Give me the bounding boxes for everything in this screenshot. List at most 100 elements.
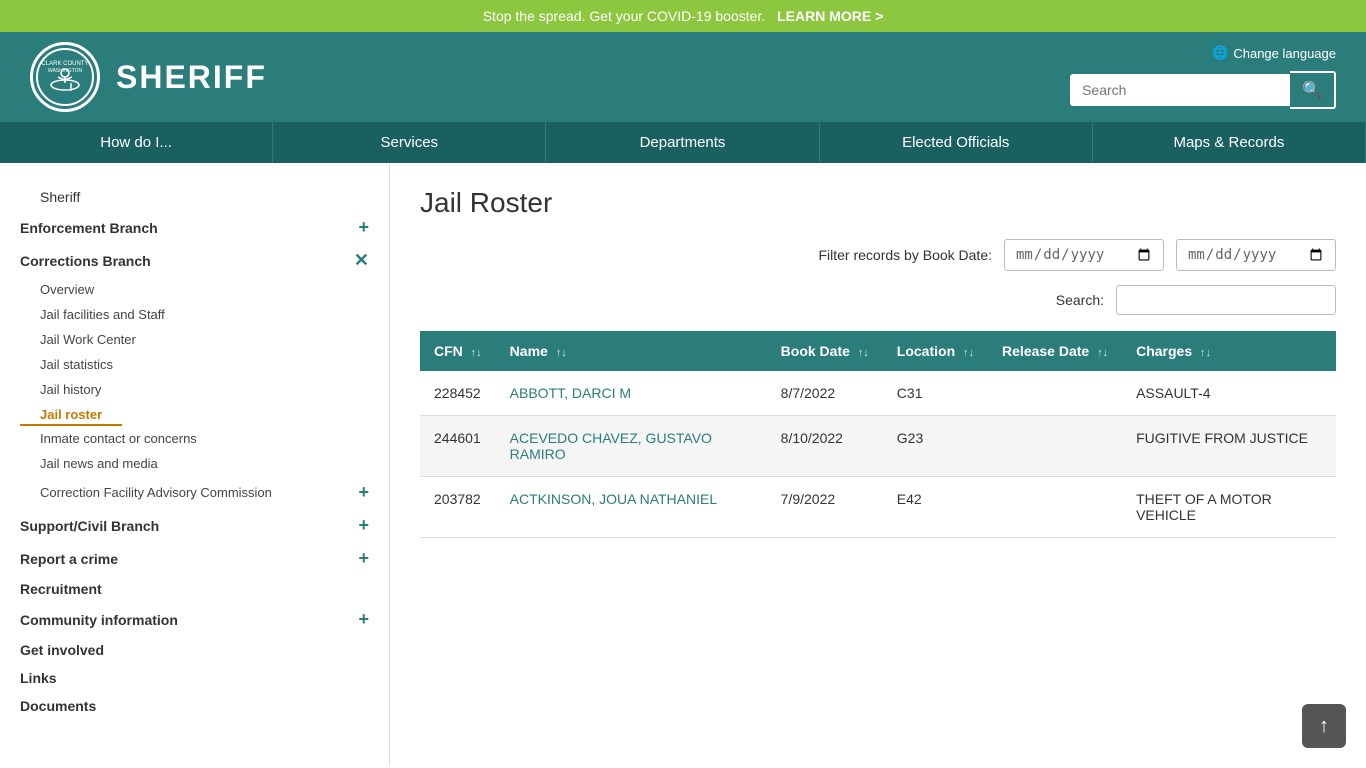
table-row: 228452 ABBOTT, DARCI M 8/7/2022 C31 ASSA… — [420, 371, 1336, 416]
release-date-sort-arrows: ↑↓ — [1097, 347, 1108, 359]
cell-charges: ASSAULT-4 — [1122, 371, 1336, 416]
cell-cfn: 203782 — [420, 477, 496, 538]
sidebar-item-jail-history[interactable]: Jail history — [20, 377, 389, 402]
header-right-area: 🌐 Change language 🔍 — [1070, 45, 1336, 109]
charges-sort-arrows: ↑↓ — [1200, 347, 1211, 359]
col-book-date[interactable]: Book Date ↑↓ — [767, 331, 883, 371]
cell-book-date: 8/7/2022 — [767, 371, 883, 416]
sidebar-item-jail-roster[interactable]: Jail roster — [20, 402, 122, 426]
name-sort-arrows: ↑↓ — [556, 347, 567, 359]
table-row: 244601 ACEVEDO CHAVEZ, GUSTAVO RAMIRO 8/… — [420, 416, 1336, 477]
cell-cfn: 228452 — [420, 371, 496, 416]
nav-item-services[interactable]: Services — [273, 122, 546, 163]
header-search-button[interactable]: 🔍 — [1290, 71, 1336, 109]
main-nav: How do I... Services Departments Elected… — [0, 122, 1366, 163]
sidebar-section-enforcement-branch[interactable]: Enforcement Branch + — [0, 211, 389, 244]
sidebar-item-links[interactable]: Links — [0, 664, 389, 692]
cell-release-date — [988, 477, 1122, 538]
table-row: 203782 ACTKINSON, JOUA NATHANIEL 7/9/202… — [420, 477, 1336, 538]
sidebar-item-jail-statistics[interactable]: Jail statistics — [20, 352, 389, 377]
page-body: Sheriff Enforcement Branch + Corrections… — [0, 163, 1366, 766]
col-name[interactable]: Name ↑↓ — [496, 331, 767, 371]
location-sort-arrows: ↑↓ — [963, 347, 974, 359]
sidebar-section-corrections-branch[interactable]: Corrections Branch ✕ — [0, 244, 389, 277]
col-release-date[interactable]: Release Date ↑↓ — [988, 331, 1122, 371]
table-header: CFN ↑↓ Name ↑↓ Book Date ↑↓ Location ↑↓ — [420, 331, 1336, 371]
cell-location: C31 — [883, 371, 988, 416]
covid-banner-text: Stop the spread. Get your COVID-19 boost… — [483, 8, 765, 24]
page-title: Jail Roster — [420, 187, 1336, 219]
book-date-sort-arrows: ↑↓ — [858, 347, 869, 359]
cell-name: ABBOTT, DARCI M — [496, 371, 767, 416]
sidebar-top: Sheriff — [0, 183, 389, 211]
inmate-name-link[interactable]: ACEVEDO CHAVEZ, GUSTAVO RAMIRO — [510, 430, 712, 462]
scroll-top-icon: ↑ — [1319, 715, 1329, 738]
cell-location: E42 — [883, 477, 988, 538]
inmate-name-link[interactable]: ACTKINSON, JOUA NATHANIEL — [510, 491, 717, 507]
cell-release-date — [988, 416, 1122, 477]
col-charges[interactable]: Charges ↑↓ — [1122, 331, 1336, 371]
covid-banner: Stop the spread. Get your COVID-19 boost… — [0, 0, 1366, 32]
corrections-branch-expand-icon: ✕ — [354, 250, 369, 271]
sidebar-section-support-civil-branch[interactable]: Support/Civil Branch + — [0, 509, 389, 542]
cell-charges: THEFT OF A MOTOR VEHICLE — [1122, 477, 1336, 538]
filter-date-end[interactable] — [1176, 239, 1336, 271]
sidebar-item-inmate-contact[interactable]: Inmate contact or concerns — [20, 426, 389, 451]
sidebar-item-correction-facility-advisory[interactable]: Correction Facility Advisory Commission … — [20, 476, 389, 509]
nav-item-maps-records[interactable]: Maps & Records — [1093, 122, 1366, 163]
sidebar-item-overview[interactable]: Overview — [20, 277, 389, 302]
cell-cfn: 244601 — [420, 416, 496, 477]
roster-table: CFN ↑↓ Name ↑↓ Book Date ↑↓ Location ↑↓ — [420, 331, 1336, 538]
site-header: CLARK COUNTY WASHINGTON SHERIFF 🌐 Change… — [0, 32, 1366, 122]
correction-facility-advisory-expand-icon: + — [358, 482, 369, 503]
search-row: Search: — [420, 285, 1336, 315]
header-search: 🔍 — [1070, 71, 1336, 109]
table-search-label: Search: — [1056, 292, 1104, 308]
main-content: Jail Roster Filter records by Book Date:… — [390, 163, 1366, 766]
table-body: 228452 ABBOTT, DARCI M 8/7/2022 C31 ASSA… — [420, 371, 1336, 538]
sheriff-logo: CLARK COUNTY WASHINGTON — [30, 42, 100, 112]
nav-item-departments[interactable]: Departments — [546, 122, 819, 163]
sidebar-section-report-crime[interactable]: Report a crime + — [0, 542, 389, 575]
filter-row: Filter records by Book Date: — [420, 239, 1336, 271]
report-crime-expand-icon: + — [358, 548, 369, 569]
table-search-input[interactable] — [1116, 285, 1336, 315]
col-location[interactable]: Location ↑↓ — [883, 331, 988, 371]
change-language-label: Change language — [1233, 46, 1336, 61]
header-search-input[interactable] — [1070, 74, 1290, 106]
filter-label: Filter records by Book Date: — [818, 247, 992, 263]
sidebar-item-get-involved[interactable]: Get involved — [0, 636, 389, 664]
cell-book-date: 8/10/2022 — [767, 416, 883, 477]
enforcement-branch-expand-icon: + — [358, 217, 369, 238]
sidebar-section-community-info[interactable]: Community information + — [0, 603, 389, 636]
col-cfn[interactable]: CFN ↑↓ — [420, 331, 496, 371]
cfn-sort-arrows: ↑↓ — [471, 347, 482, 359]
nav-item-how-do-i[interactable]: How do I... — [0, 122, 273, 163]
community-info-expand-icon: + — [358, 609, 369, 630]
covid-learn-more-link[interactable]: LEARN MORE > — [777, 8, 883, 24]
sidebar-item-documents[interactable]: Documents — [0, 692, 389, 720]
nav-item-elected-officials[interactable]: Elected Officials — [820, 122, 1093, 163]
sidebar-item-recruitment[interactable]: Recruitment — [0, 575, 389, 603]
sidebar-item-jail-news[interactable]: Jail news and media — [20, 451, 389, 476]
cell-name: ACEVEDO CHAVEZ, GUSTAVO RAMIRO — [496, 416, 767, 477]
corrections-branch-children: Overview Jail facilities and Staff Jail … — [0, 277, 389, 509]
search-icon: 🔍 — [1302, 82, 1322, 99]
sidebar-item-jail-work-center[interactable]: Jail Work Center — [20, 327, 389, 352]
change-language-button[interactable]: 🌐 Change language — [1212, 45, 1336, 61]
header-logo-area: CLARK COUNTY WASHINGTON SHERIFF — [30, 42, 267, 112]
cell-name: ACTKINSON, JOUA NATHANIEL — [496, 477, 767, 538]
support-civil-branch-expand-icon: + — [358, 515, 369, 536]
globe-icon: 🌐 — [1212, 45, 1228, 61]
sidebar-item-jail-facilities[interactable]: Jail facilities and Staff — [20, 302, 389, 327]
inmate-name-link[interactable]: ABBOTT, DARCI M — [510, 385, 631, 401]
sidebar-item-sheriff[interactable]: Sheriff — [20, 183, 369, 211]
cell-book-date: 7/9/2022 — [767, 477, 883, 538]
cell-location: G23 — [883, 416, 988, 477]
scroll-top-button[interactable]: ↑ — [1302, 704, 1346, 748]
filter-date-start[interactable] — [1004, 239, 1164, 271]
cell-charges: FUGITIVE FROM JUSTICE — [1122, 416, 1336, 477]
logo-svg: CLARK COUNTY WASHINGTON — [35, 47, 95, 107]
site-title: SHERIFF — [116, 59, 267, 96]
svg-text:CLARK COUNTY: CLARK COUNTY — [41, 61, 88, 67]
